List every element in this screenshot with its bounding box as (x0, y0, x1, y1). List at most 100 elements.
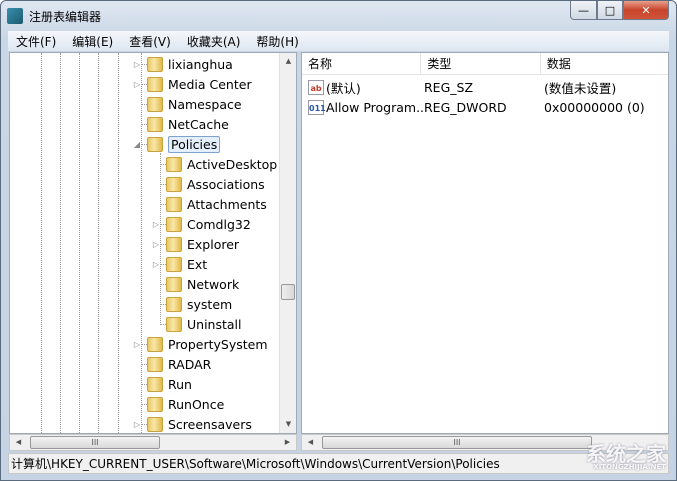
folder-icon (166, 156, 182, 172)
expand-arrow-icon[interactable]: ▷ (133, 60, 141, 69)
tree-item[interactable]: Attachments (166, 194, 267, 214)
registry-key-tree[interactable]: ▷ lixianghua ▷ Media Center Namespace NetCach… (9, 52, 297, 434)
scroll-left-arrow-icon[interactable]: ◀ (302, 435, 319, 452)
tree-item[interactable]: RunOnce (147, 394, 224, 414)
window-title: 注册表编辑器 (29, 9, 102, 24)
tree-item[interactable]: ▷ Media Center (134, 74, 252, 94)
title-bar: 注册表编辑器 (7, 6, 101, 26)
tree-item-label: Run (168, 376, 192, 392)
tree-item[interactable]: NetCache (147, 114, 229, 134)
expand-arrow-icon[interactable]: ▷ (133, 340, 141, 349)
list-header: 名称 类型 数据 (302, 53, 668, 75)
registry-editor-window: 注册表编辑器 — □ ✕ 文件(F) 编辑(E) 查看(V) 收藏夹(A) 帮助… (0, 0, 677, 481)
dword-value-icon: 011 (308, 99, 326, 115)
tree-item-label: Media Center (168, 76, 252, 92)
tree-guide-line (141, 53, 142, 433)
tree-item-label: NetCache (168, 116, 229, 132)
folder-icon (166, 256, 182, 272)
scroll-down-arrow-icon[interactable]: ▼ (280, 416, 296, 433)
tree-item[interactable]: Namespace (147, 94, 242, 114)
tree-item[interactable]: ▷ PropertySystem (134, 334, 268, 354)
string-value-icon: ab (308, 79, 324, 95)
tree-item[interactable]: ▷ Ext (153, 254, 208, 274)
tree-item-label: RunOnce (168, 396, 225, 412)
tree-guide-line (160, 153, 161, 323)
minimize-button[interactable]: — (570, 1, 597, 20)
list-row[interactable]: ab (默认) REG_SZ (数值未设置) (302, 77, 616, 97)
tree-item-label: system (187, 296, 233, 312)
folder-icon (166, 236, 182, 252)
folder-icon (147, 56, 163, 72)
tree-item-label: Policies (168, 135, 221, 153)
tree-item-label: Ext (187, 256, 208, 272)
scroll-thumb[interactable] (281, 284, 295, 300)
tree-item-label: Explorer (187, 236, 240, 252)
tree-item-label: Associations (187, 176, 265, 192)
scroll-thumb[interactable]: III (322, 436, 592, 449)
scroll-thumb[interactable]: III (30, 436, 160, 449)
tree-item[interactable]: Run (147, 374, 192, 394)
folder-icon (147, 356, 163, 372)
column-header-name[interactable]: 名称 (302, 53, 422, 75)
folder-icon (166, 316, 182, 332)
folder-icon (166, 176, 182, 192)
registry-values-list[interactable]: 名称 类型 数据 ab (默认) REG_SZ (数值未设置) 011 Allo… (301, 52, 669, 434)
folder-icon (147, 376, 163, 392)
menu-favorites[interactable]: 收藏夹(A) (187, 33, 241, 50)
expand-arrow-icon[interactable]: ▷ (133, 80, 141, 89)
list-row[interactable]: 011 Allow Program... REG_DWORD 0x0000000… (302, 97, 645, 117)
expand-arrow-icon[interactable]: ▷ (152, 240, 160, 249)
tree-horizontal-scrollbar[interactable]: ◀ III ▶ (9, 434, 297, 451)
watermark-logo: 系统之家 XITONGZHIJIA.NET (586, 442, 666, 471)
tree-item[interactable]: Uninstall (166, 314, 242, 334)
close-button[interactable]: ✕ (623, 1, 669, 20)
tree-item[interactable]: system (166, 294, 232, 314)
menu-edit[interactable]: 编辑(E) (72, 33, 113, 50)
folder-icon (147, 136, 163, 152)
tree-item-label: lixianghua (168, 56, 233, 72)
scroll-up-arrow-icon[interactable]: ▲ (280, 53, 296, 70)
folder-icon (147, 416, 163, 432)
folder-icon (147, 76, 163, 92)
tree-item[interactable]: ▷ Screensavers (134, 414, 252, 433)
status-bar-path: 计算机\HKEY_CURRENT_USER\Software\Microsoft… (8, 453, 669, 474)
value-type: REG_DWORD (424, 99, 507, 115)
menu-help[interactable]: 帮助(H) (256, 33, 298, 50)
tree-item-label: PropertySystem (168, 336, 268, 352)
expand-arrow-icon[interactable]: ▷ (152, 260, 160, 269)
tree-vertical-scrollbar[interactable]: ▲ ▼ (279, 53, 296, 433)
scroll-right-arrow-icon[interactable]: ▶ (279, 435, 296, 452)
value-name: Allow Program... (326, 99, 424, 115)
tree-item[interactable]: RADAR (147, 354, 211, 374)
value-type: REG_SZ (424, 79, 474, 95)
tree-item[interactable]: ◢ Policies (134, 134, 221, 154)
column-header-data[interactable]: 数据 (541, 53, 668, 75)
tree-guide-line (118, 53, 119, 433)
tree-item[interactable]: ▷ lixianghua (134, 54, 233, 74)
folder-icon (147, 116, 163, 132)
scroll-left-arrow-icon[interactable]: ◀ (10, 435, 27, 452)
tree-item[interactable]: Associations (166, 174, 265, 194)
tree-item[interactable]: ▷ Explorer (153, 234, 240, 254)
expand-arrow-icon[interactable]: ▷ (133, 420, 141, 429)
expand-arrow-icon[interactable]: ▷ (152, 220, 160, 229)
menu-bar: 文件(F) 编辑(E) 查看(V) 收藏夹(A) 帮助(H) (8, 31, 669, 51)
column-header-type[interactable]: 类型 (421, 53, 541, 75)
tree-item[interactable]: ActiveDesktop (166, 154, 277, 174)
value-data: 0x00000000 (0) (544, 99, 645, 115)
folder-icon (166, 196, 182, 212)
folder-icon (166, 296, 182, 312)
tree-item-label: Screensavers (168, 416, 252, 432)
tree-item-label: Network (187, 276, 240, 292)
menu-file[interactable]: 文件(F) (16, 33, 56, 50)
tree-item-label: Comdlg32 (187, 216, 251, 232)
collapse-arrow-icon[interactable]: ◢ (133, 140, 141, 149)
tree-item[interactable]: Network (166, 274, 239, 294)
tree-item-label: RADAR (168, 356, 212, 372)
maximize-button[interactable]: □ (597, 1, 623, 20)
tree-item[interactable]: ▷ Comdlg32 (153, 214, 251, 234)
value-data: (数值未设置) (544, 80, 617, 96)
menu-view[interactable]: 查看(V) (129, 33, 171, 50)
regedit-app-icon (7, 8, 23, 24)
folder-icon (147, 396, 163, 412)
